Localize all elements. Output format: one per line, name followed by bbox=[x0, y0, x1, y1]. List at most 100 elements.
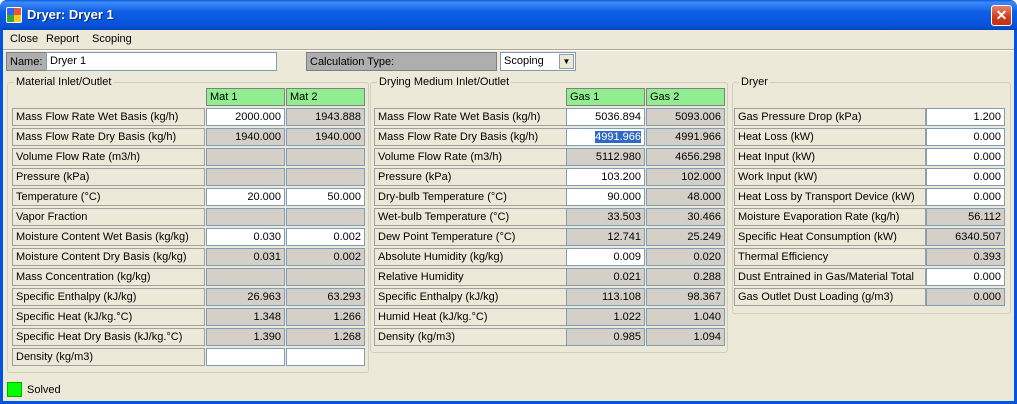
material-column-header: Mat 1 bbox=[206, 88, 285, 106]
material-row-label: Specific Enthalpy (kJ/kg) bbox=[12, 288, 205, 306]
status-text: Solved bbox=[27, 384, 61, 396]
gas-row-label: Pressure (kPa) bbox=[374, 168, 567, 186]
material-value-field[interactable]: 20.000 bbox=[206, 188, 285, 206]
material-value-field[interactable]: 0.030 bbox=[206, 228, 285, 246]
dryer-value-field[interactable]: 0.000 bbox=[926, 168, 1005, 186]
calc-type-value: Scoping bbox=[504, 55, 544, 67]
gas-value-field[interactable]: 0.009 bbox=[566, 248, 645, 266]
name-label: Name: bbox=[6, 52, 47, 71]
gas-value-field: 0.021 bbox=[566, 268, 645, 286]
dryer-group-title: Dryer bbox=[739, 76, 770, 88]
dropdown-arrow-icon[interactable]: ▼ bbox=[559, 54, 574, 69]
material-value-field[interactable]: 2000.000 bbox=[206, 108, 285, 126]
material-value-field: 1.390 bbox=[206, 328, 285, 346]
gas-value-field: 48.000 bbox=[646, 188, 725, 206]
gas-row-label: Density (kg/m3) bbox=[374, 328, 567, 346]
material-value-field: 1.268 bbox=[286, 328, 365, 346]
gas-row-label: Wet-bulb Temperature (°C) bbox=[374, 208, 567, 226]
material-row-label: Mass Flow Rate Dry Basis (kg/h) bbox=[12, 128, 205, 146]
material-group-title: Material Inlet/Outlet bbox=[14, 76, 114, 88]
material-row-label: Mass Concentration (kg/kg) bbox=[12, 268, 205, 286]
gas-value-field[interactable]: 103.200 bbox=[566, 168, 645, 186]
gas-value-field: 0.288 bbox=[646, 268, 725, 286]
material-value-field: 1940.000 bbox=[206, 128, 285, 146]
material-value-field bbox=[286, 148, 365, 166]
material-value-field: 0.031 bbox=[206, 248, 285, 266]
material-row-label: Moisture Content Dry Basis (kg/kg) bbox=[12, 248, 205, 266]
material-row-label: Volume Flow Rate (m3/h) bbox=[12, 148, 205, 166]
app-icon bbox=[6, 7, 22, 23]
gas-value-field: 1.040 bbox=[646, 308, 725, 326]
close-window-button[interactable]: ✕ bbox=[991, 5, 1012, 26]
menu-separator bbox=[3, 49, 1014, 51]
material-value-field bbox=[286, 168, 365, 186]
material-value-field bbox=[206, 168, 285, 186]
material-value-field[interactable]: 50.000 bbox=[286, 188, 365, 206]
dryer-row-label: Gas Pressure Drop (kPa) bbox=[734, 108, 926, 126]
title-bar[interactable]: Dryer: Dryer 1 ✕ bbox=[0, 0, 1017, 30]
gas-value-field: 4656.298 bbox=[646, 148, 725, 166]
calc-type-label: Calculation Type: bbox=[306, 52, 497, 71]
dryer-row-label: Gas Outlet Dust Loading (g/m3) bbox=[734, 288, 926, 306]
gas-value-field: 102.000 bbox=[646, 168, 725, 186]
material-row-label: Mass Flow Rate Wet Basis (kg/h) bbox=[12, 108, 205, 126]
gas-value-field: 113.108 bbox=[566, 288, 645, 306]
material-value-field: 1940.000 bbox=[286, 128, 365, 146]
gas-row-label: Mass Flow Rate Wet Basis (kg/h) bbox=[374, 108, 567, 126]
material-value-field: 26.963 bbox=[206, 288, 285, 306]
material-value-field: 0.002 bbox=[286, 248, 365, 266]
dryer-value-field[interactable]: 0.000 bbox=[926, 188, 1005, 206]
dryer-value-field: 0.393 bbox=[926, 248, 1005, 266]
gas-value-field[interactable]: 5036.894 bbox=[566, 108, 645, 126]
dryer-row-label: Thermal Efficiency bbox=[734, 248, 926, 266]
dryer-row-label: Moisture Evaporation Rate (kg/h) bbox=[734, 208, 926, 226]
material-value-field[interactable] bbox=[206, 348, 285, 366]
gas-value-field: 1.094 bbox=[646, 328, 725, 346]
dryer-value-field[interactable]: 0.000 bbox=[926, 268, 1005, 286]
gas-row-label: Volume Flow Rate (m3/h) bbox=[374, 148, 567, 166]
material-value-field[interactable]: 0.002 bbox=[286, 228, 365, 246]
dryer-value-field[interactable]: 0.000 bbox=[926, 128, 1005, 146]
material-value-field bbox=[286, 208, 365, 226]
dryer-value-field[interactable]: 1.200 bbox=[926, 108, 1005, 126]
gas-value-field: 30.466 bbox=[646, 208, 725, 226]
material-column-header: Mat 2 bbox=[286, 88, 365, 106]
window-title: Dryer: Dryer 1 bbox=[27, 7, 114, 22]
gas-row-label: Specific Enthalpy (kJ/kg) bbox=[374, 288, 567, 306]
gas-value-field: 0.985 bbox=[566, 328, 645, 346]
gas-value-field: 25.249 bbox=[646, 228, 725, 246]
gas-column-header: Gas 1 bbox=[566, 88, 645, 106]
gas-value-field: 33.503 bbox=[566, 208, 645, 226]
material-value-field: 63.293 bbox=[286, 288, 365, 306]
material-value-field bbox=[286, 268, 365, 286]
calc-type-select[interactable]: Scoping ▼ bbox=[500, 52, 576, 71]
gas-row-label: Dew Point Temperature (°C) bbox=[374, 228, 567, 246]
dryer-row-label: Heat Loss (kW) bbox=[734, 128, 926, 146]
dryer-row-label: Work Input (kW) bbox=[734, 168, 926, 186]
name-input[interactable]: Dryer 1 bbox=[46, 52, 277, 71]
gas-value-field[interactable]: 90.000 bbox=[566, 188, 645, 206]
gas-row-label: Dry-bulb Temperature (°C) bbox=[374, 188, 567, 206]
dryer-value-field[interactable]: 0.000 bbox=[926, 148, 1005, 166]
gas-row-label: Mass Flow Rate Dry Basis (kg/h) bbox=[374, 128, 567, 146]
gas-value-field: 0.020 bbox=[646, 248, 725, 266]
gas-value-field: 1.022 bbox=[566, 308, 645, 326]
dryer-row-label: Specific Heat Consumption (kW) bbox=[734, 228, 926, 246]
material-row-label: Temperature (°C) bbox=[12, 188, 205, 206]
gas-row-label: Humid Heat (kJ/kg.°C) bbox=[374, 308, 567, 326]
selected-text: 4991.966 bbox=[595, 131, 641, 143]
dryer-row-label: Heat Loss by Transport Device (kW) bbox=[734, 188, 926, 206]
gas-value-field[interactable]: 4991.966 bbox=[566, 128, 645, 146]
dryer-value-field: 56.112 bbox=[926, 208, 1005, 226]
menu-report[interactable]: Report bbox=[46, 33, 79, 45]
dryer-value-field: 0.000 bbox=[926, 288, 1005, 306]
dryer-row-label: Dust Entrained in Gas/Material Total bbox=[734, 268, 926, 286]
menu-close[interactable]: Close bbox=[10, 33, 38, 45]
material-row-label: Vapor Fraction bbox=[12, 208, 205, 226]
gas-column-header: Gas 2 bbox=[646, 88, 725, 106]
material-value-field: 1.266 bbox=[286, 308, 365, 326]
material-row-label: Specific Heat Dry Basis (kJ/kg.°C) bbox=[12, 328, 205, 346]
menu-scoping[interactable]: Scoping bbox=[92, 33, 132, 45]
material-value-field bbox=[206, 268, 285, 286]
material-value-field[interactable] bbox=[286, 348, 365, 366]
